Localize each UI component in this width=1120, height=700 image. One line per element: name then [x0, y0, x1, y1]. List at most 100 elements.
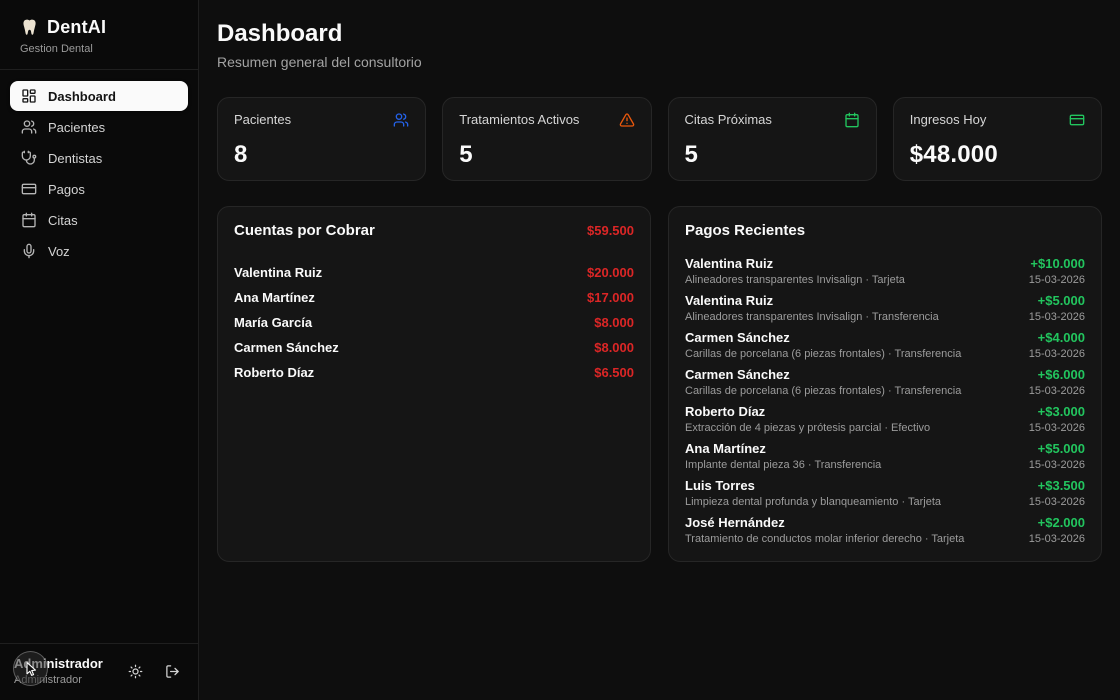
payment-date: 15-03-2026 [1029, 348, 1085, 360]
receivable-row[interactable]: María García $8.000 [232, 310, 636, 335]
payment-meta: +$5.000 15-03-2026 [1029, 293, 1085, 323]
payment-info: Roberto Díaz Extracción de 4 piezas y pr… [685, 404, 930, 434]
alert-triangle-icon [619, 112, 635, 128]
receivable-row[interactable]: Carmen Sánchez $8.000 [232, 335, 636, 360]
payment-amount: +$4.000 [1029, 330, 1085, 345]
owed-amount: $6.500 [594, 365, 634, 380]
stat-card-tratamientos: Tratamientos Activos 5 [442, 97, 651, 181]
users-icon [393, 112, 409, 128]
payment-description: Implante dental pieza 36 · Transferencia [685, 459, 881, 471]
user-role: Administrador [14, 674, 110, 686]
payment-amount: +$5.000 [1029, 293, 1085, 308]
owed-amount: $17.000 [587, 290, 634, 305]
payment-description: Carillas de porcelana (6 piezas frontale… [685, 348, 961, 360]
payment-amount: +$10.000 [1029, 256, 1085, 271]
app-subtitle: Gestion Dental [20, 43, 178, 55]
payment-description: Tratamiento de conductos molar inferior … [685, 533, 964, 545]
user-info: Administrador Administrador [14, 656, 110, 686]
receivable-row[interactable]: Valentina Ruiz $20.000 [232, 260, 636, 285]
payment-info: Luis Torres Limpieza dental profunda y b… [685, 478, 941, 508]
payment-info: Carmen Sánchez Carillas de porcelana (6 … [685, 330, 961, 360]
main-content: Dashboard Resumen general del consultori… [199, 0, 1120, 582]
credit-card-icon [1069, 112, 1085, 128]
payment-date: 15-03-2026 [1029, 385, 1085, 397]
payment-info: Carmen Sánchez Carillas de porcelana (6 … [685, 367, 961, 397]
sidebar-item-dentistas[interactable]: Dentistas [10, 143, 188, 173]
payment-amount: +$3.500 [1029, 478, 1085, 493]
receivable-row[interactable]: Ana Martínez $17.000 [232, 285, 636, 310]
logout-icon [165, 664, 180, 679]
sidebar-item-label: Pacientes [48, 120, 105, 135]
sidebar-nav: Dashboard Pacientes Dentistas Pagos Cita… [0, 70, 198, 643]
recent-payments-panel: Pagos Recientes Valentina Ruiz Alineador… [668, 206, 1102, 562]
payment-row[interactable]: Valentina Ruiz Alineadores transparentes… [683, 256, 1087, 293]
stat-label: Tratamientos Activos [459, 112, 579, 127]
receivable-row[interactable]: Roberto Díaz $6.500 [232, 360, 636, 385]
payment-row[interactable]: Valentina Ruiz Alineadores transparentes… [683, 293, 1087, 330]
owed-amount: $20.000 [587, 265, 634, 280]
payment-info: Valentina Ruiz Alineadores transparentes… [685, 256, 905, 286]
sidebar-item-voz[interactable]: Voz [10, 236, 188, 266]
payment-description: Limpieza dental profunda y blanqueamient… [685, 496, 941, 508]
sidebar-footer: Administrador Administrador [0, 643, 198, 700]
theme-toggle-button[interactable] [124, 660, 147, 683]
patient-name: Ana Martínez [685, 441, 881, 456]
payment-row[interactable]: Roberto Díaz Extracción de 4 piezas y pr… [683, 404, 1087, 441]
stat-value: $48.000 [910, 141, 1085, 169]
stat-card-pacientes: Pacientes 8 [217, 97, 426, 181]
page-title: Dashboard [217, 20, 1102, 48]
payment-description: Alineadores transparentes Invisalign · T… [685, 311, 939, 323]
payment-date: 15-03-2026 [1029, 422, 1085, 434]
receivables-title: Cuentas por Cobrar [234, 222, 375, 239]
payment-info: José Hernández Tratamiento de conductos … [685, 515, 964, 545]
payment-row[interactable]: Carmen Sánchez Carillas de porcelana (6 … [683, 330, 1087, 367]
sidebar-item-dashboard[interactable]: Dashboard [10, 81, 188, 111]
sun-icon [128, 664, 143, 679]
stat-label: Pacientes [234, 112, 291, 127]
payment-date: 15-03-2026 [1029, 496, 1085, 508]
patient-name: Valentina Ruiz [234, 265, 322, 280]
payment-meta: +$2.000 15-03-2026 [1029, 515, 1085, 545]
payment-meta: +$10.000 15-03-2026 [1029, 256, 1085, 286]
credit-card-icon [21, 181, 37, 197]
receivables-total: $59.500 [587, 223, 634, 238]
stat-card-citas: Citas Próximas 5 [668, 97, 877, 181]
payment-row[interactable]: Luis Torres Limpieza dental profunda y b… [683, 478, 1087, 515]
sidebar-item-citas[interactable]: Citas [10, 205, 188, 235]
calendar-icon [844, 112, 860, 128]
logo-block: DentAI Gestion Dental [0, 0, 198, 70]
page-subtitle: Resumen general del consultorio [217, 54, 1102, 70]
payment-row[interactable]: José Hernández Tratamiento de conductos … [683, 515, 1087, 552]
panels: Cuentas por Cobrar $59.500 Valentina Rui… [217, 206, 1102, 562]
payments-title: Pagos Recientes [685, 222, 805, 239]
payment-amount: +$2.000 [1029, 515, 1085, 530]
calendar-icon [21, 212, 37, 228]
patient-name: José Hernández [685, 515, 964, 530]
logout-button[interactable] [161, 660, 184, 683]
stat-label: Citas Próximas [685, 112, 772, 127]
payment-meta: +$5.000 15-03-2026 [1029, 441, 1085, 471]
payment-row[interactable]: Ana Martínez Implante dental pieza 36 · … [683, 441, 1087, 478]
patient-name: Carmen Sánchez [685, 367, 961, 382]
payment-description: Extracción de 4 piezas y prótesis parcia… [685, 422, 930, 434]
payment-meta: +$6.000 15-03-2026 [1029, 367, 1085, 397]
payment-date: 15-03-2026 [1029, 533, 1085, 545]
microphone-icon [21, 243, 37, 259]
owed-amount: $8.000 [594, 340, 634, 355]
sidebar-item-pagos[interactable]: Pagos [10, 174, 188, 204]
stat-label: Ingresos Hoy [910, 112, 987, 127]
patient-name: Ana Martínez [234, 290, 315, 305]
stat-value: 5 [459, 141, 634, 169]
sidebar-item-pacientes[interactable]: Pacientes [10, 112, 188, 142]
stat-value: 8 [234, 141, 409, 169]
payment-description: Alineadores transparentes Invisalign · T… [685, 274, 905, 286]
patient-name: María García [234, 315, 312, 330]
stethoscope-icon [21, 150, 37, 166]
payments-list: Valentina Ruiz Alineadores transparentes… [683, 256, 1087, 552]
payment-date: 15-03-2026 [1029, 459, 1085, 471]
layout-dashboard-icon [21, 88, 37, 104]
payment-info: Ana Martínez Implante dental pieza 36 · … [685, 441, 881, 471]
payment-row[interactable]: Carmen Sánchez Carillas de porcelana (6 … [683, 367, 1087, 404]
payment-amount: +$5.000 [1029, 441, 1085, 456]
payment-info: Valentina Ruiz Alineadores transparentes… [685, 293, 939, 323]
